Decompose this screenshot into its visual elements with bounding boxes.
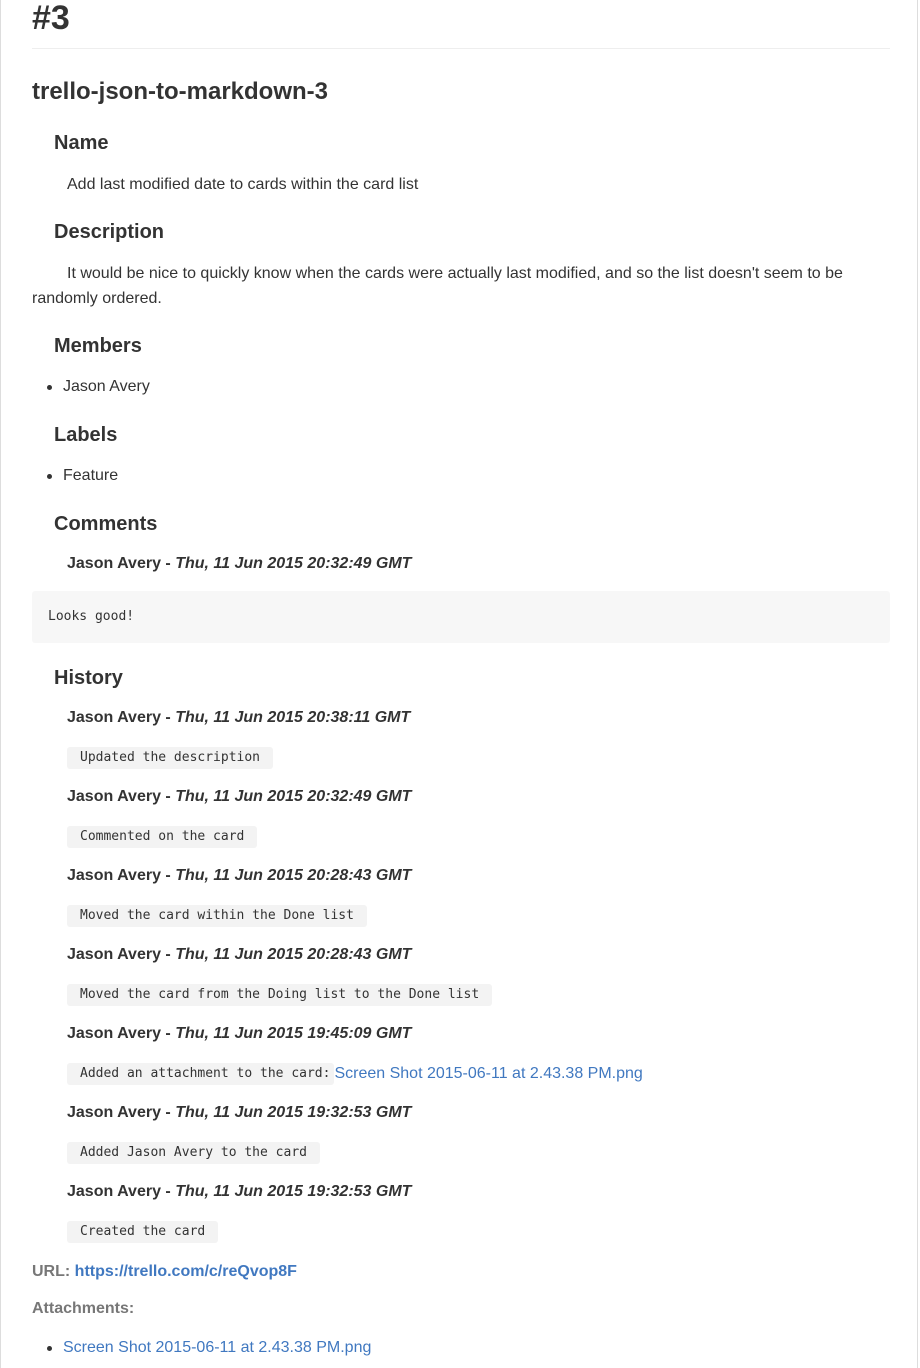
members-heading: Members bbox=[54, 335, 142, 357]
history-separator: - bbox=[160, 1025, 176, 1042]
members-list: Jason Avery bbox=[32, 376, 150, 398]
card-url-link[interactable]: https://trello.com/c/reQvop8F bbox=[75, 1263, 297, 1280]
history-meta: Jason Avery - Thu, 11 Jun 2015 20:28:43 … bbox=[67, 865, 411, 887]
history-action: Added an attachment to the card: bbox=[67, 1063, 335, 1085]
history-heading: History bbox=[54, 667, 123, 689]
card-title: trello-json-to-markdown-3 bbox=[32, 78, 329, 105]
name-text: Add last modified date to cards within t… bbox=[67, 176, 419, 193]
history-author: Jason Avery bbox=[67, 946, 161, 963]
document-frame: #3 trello-json-to-markdown-3 Name Add la… bbox=[0, 0, 918, 1368]
history-separator: - bbox=[160, 709, 176, 726]
history-meta: Jason Avery - Thu, 11 Jun 2015 20:38:11 … bbox=[67, 707, 410, 729]
comment-date: Thu, 11 Jun 2015 20:32:49 GMT bbox=[175, 555, 412, 572]
attachments-list: Screen Shot 2015-06-11 at 2.43.38 PM.png bbox=[32, 1337, 371, 1359]
history-meta: Jason Avery - Thu, 11 Jun 2015 20:32:49 … bbox=[67, 786, 411, 808]
comments-heading: Comments bbox=[54, 513, 158, 535]
name-heading: Name bbox=[54, 132, 109, 154]
history-separator: - bbox=[160, 946, 176, 963]
history-action: Added Jason Avery to the card bbox=[67, 1142, 320, 1164]
history-action: Moved the card within the Done list bbox=[67, 905, 367, 927]
history-separator: - bbox=[160, 867, 176, 884]
attachment-link[interactable]: Screen Shot 2015-06-11 at 2.43.38 PM.png bbox=[334, 1065, 642, 1082]
history-date: Thu, 11 Jun 2015 19:32:53 GMT bbox=[175, 1183, 412, 1200]
history-separator: - bbox=[160, 1104, 176, 1121]
history-meta: Jason Avery - Thu, 11 Jun 2015 19:45:09 … bbox=[67, 1023, 411, 1045]
card-url: URL: https://trello.com/c/reQvop8F bbox=[32, 1261, 297, 1283]
history-date: Thu, 11 Jun 2015 20:38:11 GMT bbox=[175, 709, 411, 726]
history-date: Thu, 11 Jun 2015 19:32:53 GMT bbox=[175, 1104, 412, 1121]
history-author: Jason Avery bbox=[67, 1104, 161, 1121]
history-author: Jason Avery bbox=[67, 709, 161, 726]
bullet-icon bbox=[47, 474, 52, 479]
history-meta: Jason Avery - Thu, 11 Jun 2015 20:28:43 … bbox=[67, 944, 411, 966]
list-item: Jason Avery bbox=[32, 376, 150, 398]
history-action-line: Commented on the card bbox=[67, 826, 258, 848]
comment-author: Jason Avery bbox=[67, 555, 161, 572]
history-action: Updated the description bbox=[67, 747, 274, 769]
member-name: Jason Avery bbox=[63, 378, 150, 395]
history-action-line: Moved the card from the Doing list to th… bbox=[67, 984, 493, 1006]
history-action-line: Updated the description bbox=[67, 747, 274, 769]
attachment-file-link[interactable]: Screen Shot 2015-06-11 at 2.43.38 PM.png bbox=[63, 1339, 371, 1356]
description-text: It would be nice to quickly know when th… bbox=[32, 265, 843, 307]
history-date: Thu, 11 Jun 2015 20:28:43 GMT bbox=[175, 946, 412, 963]
history-date: Thu, 11 Jun 2015 20:28:43 GMT bbox=[175, 867, 412, 884]
history-action: Moved the card from the Doing list to th… bbox=[67, 984, 493, 1006]
history-separator: - bbox=[160, 1183, 176, 1200]
url-label: URL: bbox=[32, 1263, 71, 1280]
comment-body: Looks good! bbox=[32, 591, 890, 643]
list-item: Screen Shot 2015-06-11 at 2.43.38 PM.png bbox=[32, 1337, 371, 1359]
list-item: Feature bbox=[32, 465, 118, 487]
history-action-line: Added an attachment to the card: Screen S… bbox=[67, 1063, 643, 1085]
bullet-icon bbox=[47, 1346, 52, 1351]
history-date: Thu, 11 Jun 2015 20:32:49 GMT bbox=[175, 788, 412, 805]
history-action-line: Created the card bbox=[67, 1221, 219, 1243]
attachments-label: Attachments: bbox=[32, 1300, 135, 1317]
heading-divider bbox=[32, 48, 890, 49]
history-author: Jason Avery bbox=[67, 867, 161, 884]
label-name: Feature bbox=[63, 467, 119, 484]
history-action-line: Added Jason Avery to the card bbox=[67, 1142, 320, 1164]
page-heading: #3 bbox=[32, 0, 70, 37]
labels-heading: Labels bbox=[54, 424, 118, 446]
history-date: Thu, 11 Jun 2015 19:45:09 GMT bbox=[175, 1025, 412, 1042]
history-meta: Jason Avery - Thu, 11 Jun 2015 19:32:53 … bbox=[67, 1181, 411, 1203]
history-author: Jason Avery bbox=[67, 788, 161, 805]
comment-meta: Jason Avery - Thu, 11 Jun 2015 20:32:49 … bbox=[67, 553, 411, 575]
labels-list: Feature bbox=[32, 465, 118, 487]
description-heading: Description bbox=[54, 221, 165, 243]
history-action-line: Moved the card within the Done list bbox=[67, 905, 367, 927]
history-meta: Jason Avery - Thu, 11 Jun 2015 19:32:53 … bbox=[67, 1102, 411, 1124]
history-author: Jason Avery bbox=[67, 1025, 161, 1042]
history-separator: - bbox=[160, 788, 176, 805]
history-action: Commented on the card bbox=[67, 826, 258, 848]
history-action: Created the card bbox=[67, 1221, 219, 1243]
comment-separator: - bbox=[160, 555, 176, 572]
bullet-icon bbox=[47, 385, 52, 390]
history-author: Jason Avery bbox=[67, 1183, 161, 1200]
